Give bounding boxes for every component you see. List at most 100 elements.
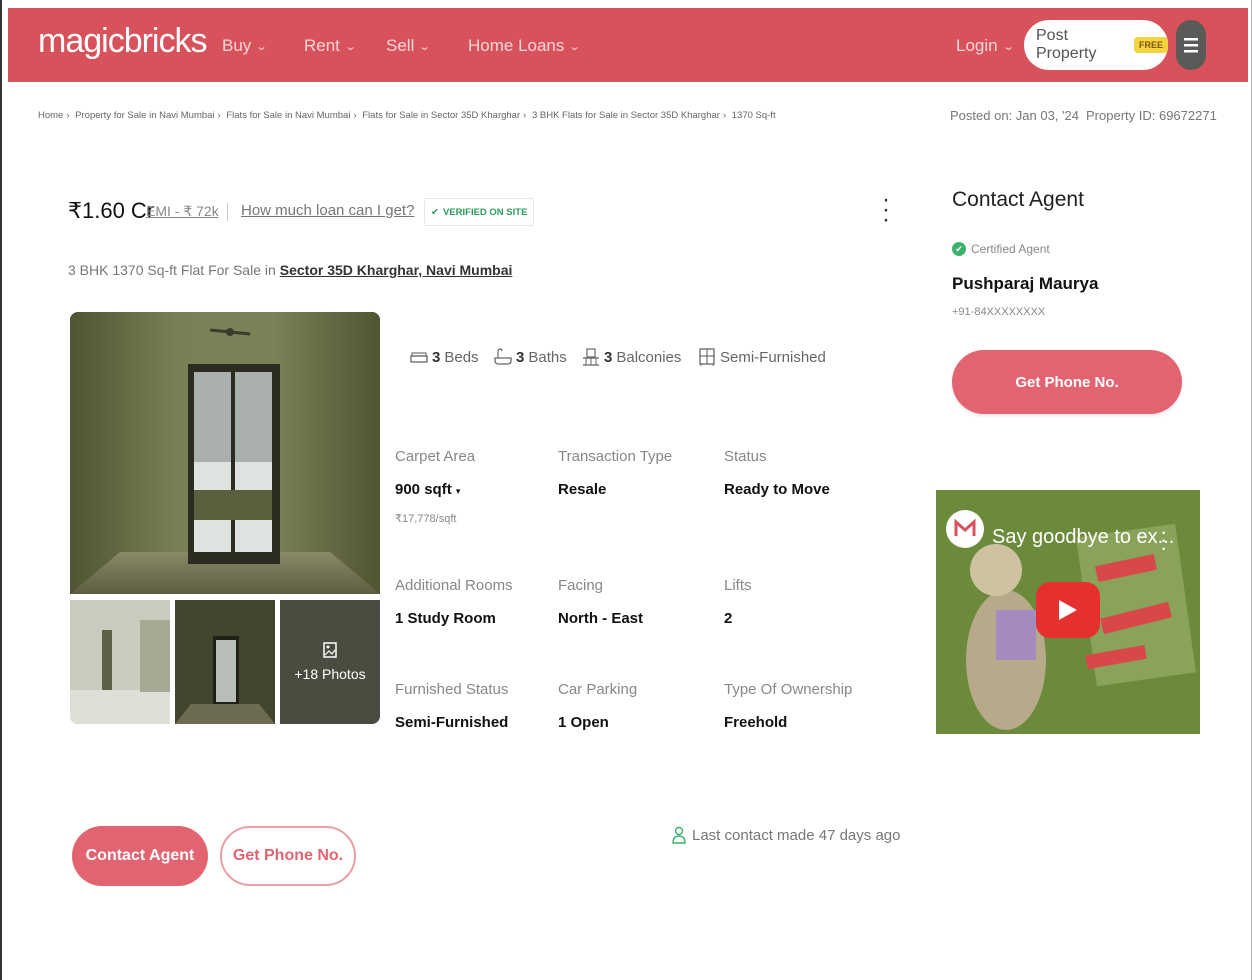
amenity-count: 3 — [516, 348, 525, 366]
amenity-label: Beds — [444, 348, 479, 366]
thumbnail-image — [175, 600, 275, 724]
transaction-type-value: Resale — [558, 481, 607, 498]
breadcrumb: Home › Property for Sale in Navi Mumbai › … — [38, 110, 776, 121]
check-icon: ✔ — [431, 206, 439, 218]
top-navbar: magicbricks Buy ⌄ Rent ⌄ Sell ⌄ Home Loans ⌄… — [8, 8, 1248, 82]
carpet-area-number: 900 sqft — [395, 481, 452, 498]
breadcrumb-item[interactable]: Home — [38, 110, 63, 121]
video-title: Say goodbye to ex... — [992, 526, 1175, 548]
contact-agent-button[interactable]: Contact Agent — [72, 826, 208, 886]
verified-badge: ✔ VERIFIED ON SITE — [424, 198, 535, 226]
chevron-down-icon: ⌄ — [569, 40, 581, 53]
breadcrumb-item[interactable]: Property for Sale in Navi Mumbai — [75, 110, 214, 121]
balcony-icon — [583, 348, 599, 366]
amenity-label: Semi-Furnished — [720, 348, 826, 366]
agent-name: Pushparaj Maurya — [952, 274, 1099, 293]
transaction-type-label: Transaction Type — [558, 448, 673, 465]
certified-agent-badge: ✔ Certified Agent — [952, 242, 1050, 256]
nav-rent-label: Rent — [304, 36, 340, 55]
channel-logo[interactable] — [946, 510, 984, 548]
contact-agent-title: Contact Agent — [952, 188, 1084, 211]
divider — [227, 203, 228, 221]
login-label: Login — [956, 36, 998, 55]
amenity-count: 3 — [432, 348, 441, 366]
video-more-icon[interactable]: · · · — [1160, 521, 1167, 559]
listing-price: ₹1.60 Cr — [68, 198, 155, 223]
hamburger-menu-button[interactable] — [1176, 20, 1206, 70]
breadcrumb-item[interactable]: 3 BHK Flats for Sale in Sector 35D Kharg… — [532, 110, 720, 121]
posted-date: Posted on: Jan 03, '24 — [950, 108, 1079, 123]
mbtv-logo-icon — [954, 518, 976, 536]
post-property-label: Post Property — [1036, 27, 1097, 62]
nav-rent[interactable]: Rent ⌄ — [304, 36, 357, 56]
more-photos-button[interactable]: +18 Photos — [280, 600, 380, 724]
nav-home-loans-label: Home Loans — [468, 36, 565, 55]
more-options-icon[interactable]: · · · — [880, 188, 892, 232]
post-property-button[interactable]: Post Property FREE — [1024, 20, 1168, 70]
amenity-label: Balconies — [616, 348, 682, 366]
chevron-down-icon: ⌄ — [255, 40, 268, 53]
magicbricks-logo[interactable]: magicbricks — [38, 22, 207, 61]
agent-phone-masked: +91-84XXXXXXXX — [952, 306, 1046, 318]
carpet-area-value[interactable]: 900 sqft ▾ — [395, 481, 460, 498]
nav-home-loans[interactable]: Home Loans ⌄ — [468, 36, 581, 56]
amenity-count: 3 — [604, 348, 613, 366]
main-property-photo[interactable] — [70, 312, 380, 594]
free-badge: FREE — [1133, 37, 1168, 53]
listing-subtitle-text: 3 BHK 1370 Sq-ft Flat For Sale in — [68, 262, 276, 278]
furniture-icon — [699, 348, 715, 366]
play-button[interactable] — [1036, 582, 1100, 638]
certified-label: Certified Agent — [971, 242, 1050, 256]
breadcrumb-item[interactable]: Flats for Sale in Navi Mumbai — [226, 110, 350, 121]
ownership-label: Type Of Ownership — [724, 681, 853, 698]
amenity-label: Baths — [528, 348, 567, 366]
lifts-value: 2 — [724, 610, 733, 627]
breadcrumb-item[interactable]: Flats for Sale in Sector 35D Kharghar — [362, 110, 520, 121]
amenity-baths: 3 Baths — [494, 348, 567, 366]
facing-label: Facing — [558, 577, 604, 594]
chevron-down-icon: ⌄ — [344, 40, 357, 53]
more-photos-label: +18 Photos — [294, 666, 366, 682]
car-parking-label: Car Parking — [558, 681, 638, 698]
chevron-down-icon: ⌄ — [418, 40, 431, 53]
bath-icon — [494, 348, 512, 365]
loan-eligibility-link[interactable]: How much loan can I get? — [241, 202, 414, 219]
property-id: Property ID: 69672271 — [1086, 108, 1217, 123]
status-value: Ready to Move — [724, 481, 830, 498]
amenity-balconies: 3 Balconies — [582, 348, 681, 366]
nav-sell[interactable]: Sell ⌄ — [386, 36, 431, 56]
price-per-sqft: ₹17,778/sqft — [395, 513, 457, 525]
verified-label: VERIFIED ON SITE — [442, 206, 528, 218]
nav-buy-label: Buy — [222, 36, 252, 55]
bed-icon — [410, 352, 428, 363]
emi-link[interactable]: EMI - ₹ 72k — [146, 203, 219, 220]
chevron-down-icon: ⌄ — [1002, 40, 1015, 53]
thumbnail-image — [70, 600, 170, 724]
status-label: Status — [724, 448, 767, 465]
additional-rooms-label: Additional Rooms — [395, 577, 513, 594]
ownership-value: Freehold — [724, 714, 788, 731]
get-phone-secondary-button[interactable]: Get Phone No. — [220, 826, 356, 886]
chevron-down-icon: ▾ — [455, 486, 461, 496]
amenity-furnishing: Semi-Furnished — [698, 348, 826, 366]
play-icon — [1059, 600, 1077, 620]
nav-buy[interactable]: Buy ⌄ — [222, 36, 268, 56]
breadcrumb-item: 1370 Sq-ft — [731, 110, 776, 121]
login-dropdown[interactable]: Login ⌄ — [956, 36, 1015, 56]
last-contact-text: Last contact made 47 days ago — [692, 826, 901, 844]
gallery-thumbnail[interactable] — [175, 600, 275, 724]
carpet-area-label: Carpet Area — [395, 448, 476, 465]
get-phone-button[interactable]: Get Phone No. — [952, 350, 1182, 414]
user-icon — [672, 826, 686, 844]
gallery-thumbnail[interactable] — [70, 600, 170, 724]
video-player[interactable]: Say goodbye to ex... · · · — [936, 490, 1200, 734]
car-parking-value: 1 Open — [558, 714, 609, 731]
furnished-status-value: Semi-Furnished — [395, 714, 509, 731]
photo-icon — [323, 642, 337, 658]
location-link[interactable]: Sector 35D Kharghar, Navi Mumbai — [280, 262, 513, 278]
furnished-status-label: Furnished Status — [395, 681, 509, 698]
last-contact-info: Last contact made 47 days ago — [672, 826, 900, 844]
hamburger-icon — [1184, 38, 1198, 53]
amenity-beds: 3 Beds — [410, 348, 479, 366]
lifts-label: Lifts — [724, 577, 752, 594]
